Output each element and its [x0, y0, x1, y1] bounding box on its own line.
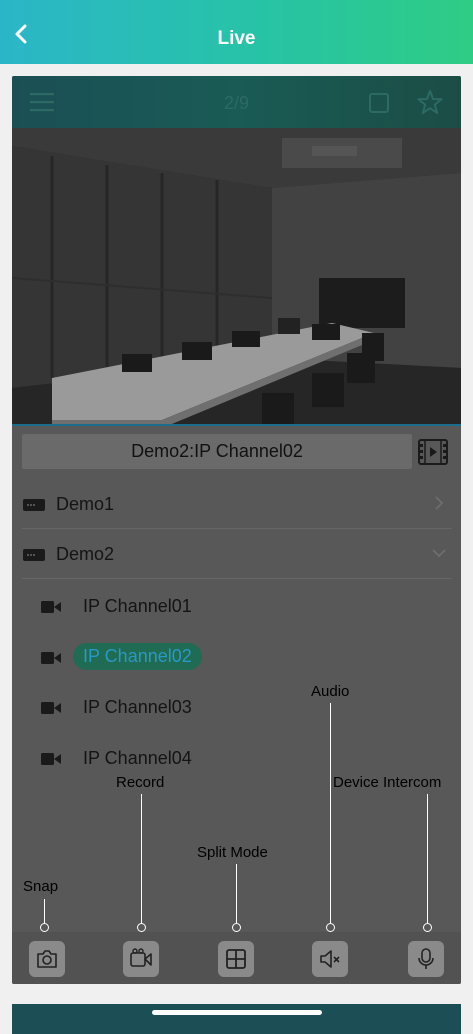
callout-dot — [137, 923, 146, 932]
device-name: Demo2 — [56, 544, 115, 564]
microphone-icon — [418, 948, 434, 969]
callout-snap: Snap — [23, 878, 59, 895]
split-mode-button[interactable] — [218, 941, 254, 977]
callout-dot — [423, 923, 432, 932]
channel-name: IP Channel03 — [83, 697, 192, 717]
channel-name-selected: IP Channel02 — [73, 643, 202, 670]
page-title: Live — [217, 28, 256, 49]
camera-icon — [41, 753, 61, 765]
next-card-peek — [12, 1004, 461, 1034]
square-split-icon[interactable] — [368, 92, 390, 114]
nav-bar: Live — [0, 0, 473, 64]
callout-line — [427, 794, 428, 923]
record-button[interactable] — [123, 941, 159, 977]
live-view-card: 2/9 Demo2:IP Channel02 Demo1 Demo2 IP Ch… — [12, 76, 461, 984]
camera-icon — [41, 702, 61, 714]
callout-line — [330, 703, 331, 923]
channel-name: IP Channel01 — [83, 596, 192, 616]
video-feed[interactable] — [12, 128, 461, 426]
current-channel-label: Demo2:IP Channel02 — [22, 434, 412, 469]
callout-dot — [232, 923, 241, 932]
speaker-mute-icon — [320, 950, 340, 968]
camera-icon — [41, 601, 61, 613]
chevron-down-icon — [432, 549, 446, 558]
page-indicator: 2/9 — [223, 93, 250, 113]
chevron-right-icon — [435, 496, 444, 510]
dvr-icon — [23, 499, 45, 511]
film-play-icon[interactable] — [418, 439, 448, 465]
channel-item-02[interactable]: IP Channel02 — [12, 631, 461, 681]
camera-icon — [41, 652, 61, 664]
callout-record: Record — [116, 774, 165, 791]
grid-icon — [226, 949, 246, 969]
callout-line — [141, 794, 142, 923]
bottom-toolbar — [12, 932, 461, 984]
dvr-icon — [23, 549, 45, 561]
snap-button[interactable] — [29, 941, 65, 977]
home-indicator[interactable] — [152, 1010, 322, 1015]
device-item-demo1[interactable]: Demo1 — [12, 479, 461, 529]
channel-item-03[interactable]: IP Channel03 — [12, 681, 461, 731]
video-record-icon — [130, 948, 152, 967]
audio-button[interactable] — [312, 941, 348, 977]
device-name: Demo1 — [56, 494, 115, 514]
callout-dot — [40, 923, 49, 932]
callout-line — [236, 864, 237, 923]
divider — [22, 578, 452, 579]
device-item-demo2[interactable]: Demo2 — [12, 529, 461, 579]
card-header: 2/9 — [12, 76, 461, 128]
channel-item-01[interactable]: IP Channel01 — [12, 580, 461, 630]
device-intercom-button[interactable] — [408, 941, 444, 977]
callout-line — [44, 899, 45, 924]
callout-dot — [326, 923, 335, 932]
callout-split-mode: Split Mode — [197, 844, 268, 861]
camera-icon — [37, 950, 57, 968]
star-icon[interactable] — [417, 89, 443, 115]
channel-name: IP Channel04 — [83, 748, 192, 768]
callout-audio: Audio — [311, 683, 350, 700]
callout-device-intercom: Device Intercom — [333, 774, 442, 791]
conference-room-image — [12, 128, 461, 424]
